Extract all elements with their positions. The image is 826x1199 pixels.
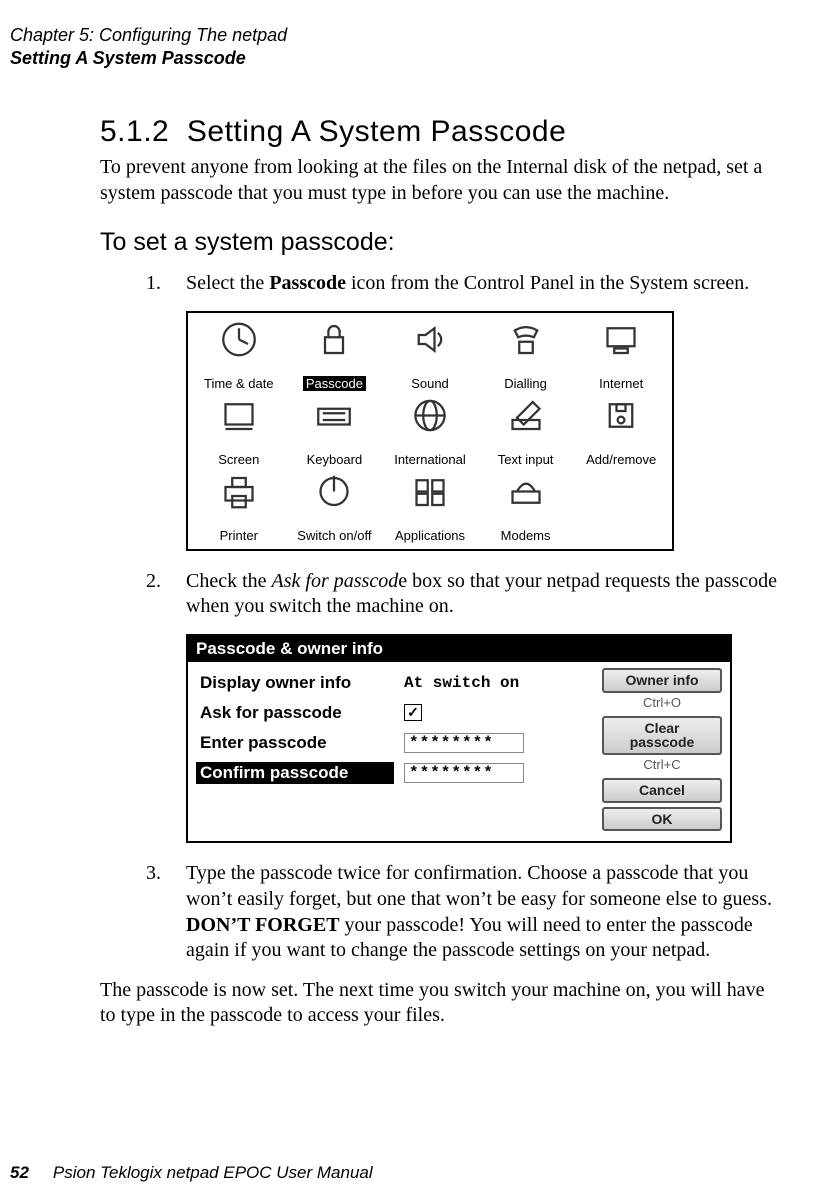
control-panel-label: Applications — [392, 528, 468, 543]
disk-icon — [594, 393, 648, 435]
clock-icon — [212, 317, 266, 359]
shortcut-label: Ctrl+O — [602, 695, 722, 710]
dialog-title: Passcode & owner info — [188, 636, 730, 662]
control-panel-item[interactable]: Modems — [481, 469, 571, 543]
cancel-button[interactable]: Cancel — [602, 778, 722, 803]
control-panel-item[interactable]: International — [385, 393, 475, 467]
lock-icon — [307, 317, 361, 359]
dialog-row-display-owner: Display owner info At switch on — [196, 668, 594, 698]
step-text: Check the Ask for passcode box so that y… — [186, 569, 782, 620]
passcode-input[interactable]: ******** — [404, 733, 524, 753]
control-panel-label: Keyboard — [304, 452, 366, 467]
dialog-row-enter: Enter passcode ******** — [196, 728, 594, 758]
control-panel-item[interactable]: Applications — [385, 469, 475, 543]
page-number: 52 — [10, 1163, 29, 1182]
dialog-label-selected: Confirm passcode — [196, 762, 394, 784]
control-panel-label: Time & date — [201, 376, 277, 391]
speaker-icon — [403, 317, 457, 359]
control-panel-item[interactable]: Switch on/off — [290, 469, 380, 543]
confirm-passcode-input[interactable]: ******** — [404, 763, 524, 783]
running-header: Chapter 5: Configuring The netpad Settin… — [10, 24, 782, 69]
control-panel-label: International — [391, 452, 469, 467]
dialog-label: Ask for passcode — [196, 702, 394, 724]
control-panel-item[interactable]: Printer — [194, 469, 284, 543]
intro-paragraph: To prevent anyone from looking at the fi… — [100, 155, 782, 206]
section-title: Setting A System Passcode — [187, 115, 566, 148]
dialog-value: At switch on — [404, 674, 594, 692]
dialog-row-ask: Ask for passcode ✓ — [196, 698, 594, 728]
control-panel-label: Screen — [215, 452, 262, 467]
control-panel-label: Add/remove — [583, 452, 659, 467]
control-panel-label: Modems — [498, 528, 554, 543]
control-panel-item[interactable]: Dialling — [481, 317, 571, 391]
pen-icon — [499, 393, 553, 435]
control-panel-item[interactable]: Text input — [481, 393, 571, 467]
step-3: 3. Type the passcode twice for confirmat… — [146, 861, 782, 963]
phone-icon — [499, 317, 553, 359]
modem-icon — [499, 469, 553, 511]
step-number: 2. — [146, 569, 186, 620]
procedure-heading: To set a system passcode: — [100, 228, 782, 257]
book-title: Psion Teklogix netpad EPOC User Manual — [53, 1163, 373, 1182]
step-text: Select the Passcode icon from the Contro… — [186, 271, 782, 297]
passcode-dialog-figure: Passcode & owner info Display owner info… — [186, 634, 732, 843]
switch-icon — [307, 469, 361, 511]
control-panel-label: Passcode — [303, 376, 366, 391]
control-panel-label: Printer — [217, 528, 261, 543]
dialog-label: Display owner info — [196, 672, 394, 694]
control-panel-item[interactable]: Sound — [385, 317, 475, 391]
section-title-running: Setting A System Passcode — [10, 47, 782, 70]
step-1: 1. Select the Passcode icon from the Con… — [146, 271, 782, 297]
control-panel-label: Sound — [408, 376, 452, 391]
checkbox-icon[interactable]: ✓ — [404, 704, 422, 721]
control-panel-figure: Time & date Passcode Sound Dialling Internet… — [186, 311, 674, 551]
closing-paragraph: The passcode is now set. The next time y… — [100, 978, 782, 1029]
ok-button[interactable]: OK — [602, 807, 722, 832]
control-panel-label: Dialling — [501, 376, 550, 391]
step-text: Type the passcode twice for confirmation… — [186, 861, 782, 963]
clear-passcode-button[interactable]: Clear passcode — [602, 716, 722, 755]
chapter-title: Chapter 5: Configuring The netpad — [10, 24, 782, 47]
step-number: 3. — [146, 861, 186, 963]
control-panel-item[interactable]: Internet — [576, 317, 666, 391]
page-footer: 52 Psion Teklogix netpad EPOC User Manual — [10, 1163, 373, 1183]
control-panel-label: Text input — [495, 452, 557, 467]
control-panel-label: Internet — [596, 376, 646, 391]
control-panel-item[interactable]: Passcode — [290, 317, 380, 391]
control-panel-item[interactable]: Time & date — [194, 317, 284, 391]
section-heading: 5.1.2 Setting A System Passcode — [100, 115, 782, 149]
computer-icon — [594, 317, 648, 359]
step-2: 2. Check the Ask for passcode box so tha… — [146, 569, 782, 620]
shortcut-label: Ctrl+C — [602, 757, 722, 772]
control-panel-item[interactable]: Add/remove — [576, 393, 666, 467]
apps-icon — [403, 469, 457, 511]
control-panel-item[interactable]: Keyboard — [290, 393, 380, 467]
globe-icon — [403, 393, 457, 435]
owner-info-button[interactable]: Owner info — [602, 668, 722, 693]
step-number: 1. — [146, 271, 186, 297]
dialog-row-confirm: Confirm passcode ******** — [196, 758, 594, 788]
section-number: 5.1.2 — [100, 115, 169, 148]
screen-icon — [212, 393, 266, 435]
keyboard-icon — [307, 393, 361, 435]
control-panel-item[interactable]: Screen — [194, 393, 284, 467]
printer-icon — [212, 469, 266, 511]
dialog-label: Enter passcode — [196, 732, 394, 754]
control-panel-label: Switch on/off — [294, 528, 374, 543]
